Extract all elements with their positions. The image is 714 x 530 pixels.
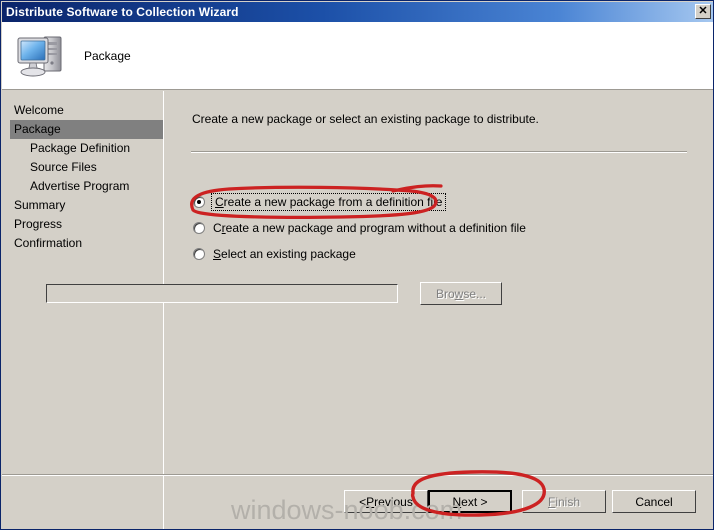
next-label-rest: ext > [461,494,488,509]
radio-button-mark[interactable] [193,248,205,260]
wizard-window: Distribute Software to Collection Wizard… [0,0,714,530]
wizard-sidebar: Welcome Package Package Definition Sourc… [2,91,164,529]
radio-option-no-definition-file[interactable]: Create a new package and program without… [193,221,526,235]
sidebar-item-source-files[interactable]: Source Files [2,158,163,177]
window-title: Distribute Software to Collection Wizard [6,5,239,19]
next-button[interactable]: Next > [428,490,512,513]
package-path-input[interactable] [46,284,398,303]
radio-option-definition-file[interactable]: Create a new package from a definition f… [193,193,447,211]
content-separator [191,151,687,153]
close-icon[interactable]: ✕ [695,4,711,19]
browse-button[interactable]: Bro w se... [420,282,502,305]
sidebar-nav-list: Welcome Package Package Definition Sourc… [2,91,163,253]
finish-label-rest: inish [555,494,581,509]
computer-icon [14,30,68,82]
browse-label-rest: se... [463,286,487,301]
footer-separator [2,474,713,476]
previous-button[interactable]: < Previous [344,490,428,513]
radio-label-rest: eate a new package and program without a… [225,221,526,235]
close-glyph: ✕ [698,5,708,17]
intro-text: Create a new package or select an existi… [192,112,539,126]
cancel-button[interactable]: Cancel [612,490,696,513]
sidebar-item-package-definition[interactable]: Package Definition [2,139,163,158]
browse-label-pre: Bro [435,286,455,301]
sidebar-item-progress[interactable]: Progress [2,215,163,234]
radio-option-label: Create a new package from a definition f… [210,193,447,211]
radio-option-existing-package[interactable]: Select an existing package [193,247,356,261]
wizard-header: Package [2,22,713,90]
sidebar-item-confirmation[interactable]: Confirmation [2,234,163,253]
wizard-content: Create a new package or select an existi… [165,91,713,529]
radio-option-label: Create a new package and program without… [213,221,526,235]
previous-label-rest: revious [374,494,413,509]
accelerator-char: P [366,494,375,509]
sidebar-item-package[interactable]: Package [10,120,163,139]
sidebar-item-summary[interactable]: Summary [2,196,163,215]
accelerator-char: F [547,494,556,509]
accelerator-char: S [213,247,222,261]
page-title: Package [84,48,131,63]
finish-button: Finish [522,490,606,513]
accelerator-char: N [452,494,462,509]
title-bar: Distribute Software to Collection Wizard… [2,2,713,22]
radio-button-mark[interactable] [193,196,205,208]
sidebar-item-welcome[interactable]: Welcome [2,101,163,120]
radio-label-pre: C [213,221,222,235]
sidebar-item-advertise-program[interactable]: Advertise Program [2,177,163,196]
accelerator-char: C [215,195,224,209]
radio-button-mark[interactable] [193,222,205,234]
radio-label-rest: elect an existing package [221,247,356,261]
cancel-label: Cancel [635,494,673,509]
accelerator-char: w [454,286,464,301]
radio-label-rest: reate a new package from a definition fi… [223,195,443,209]
radio-option-label: Select an existing package [213,247,356,261]
previous-label-pre: < [359,494,367,509]
